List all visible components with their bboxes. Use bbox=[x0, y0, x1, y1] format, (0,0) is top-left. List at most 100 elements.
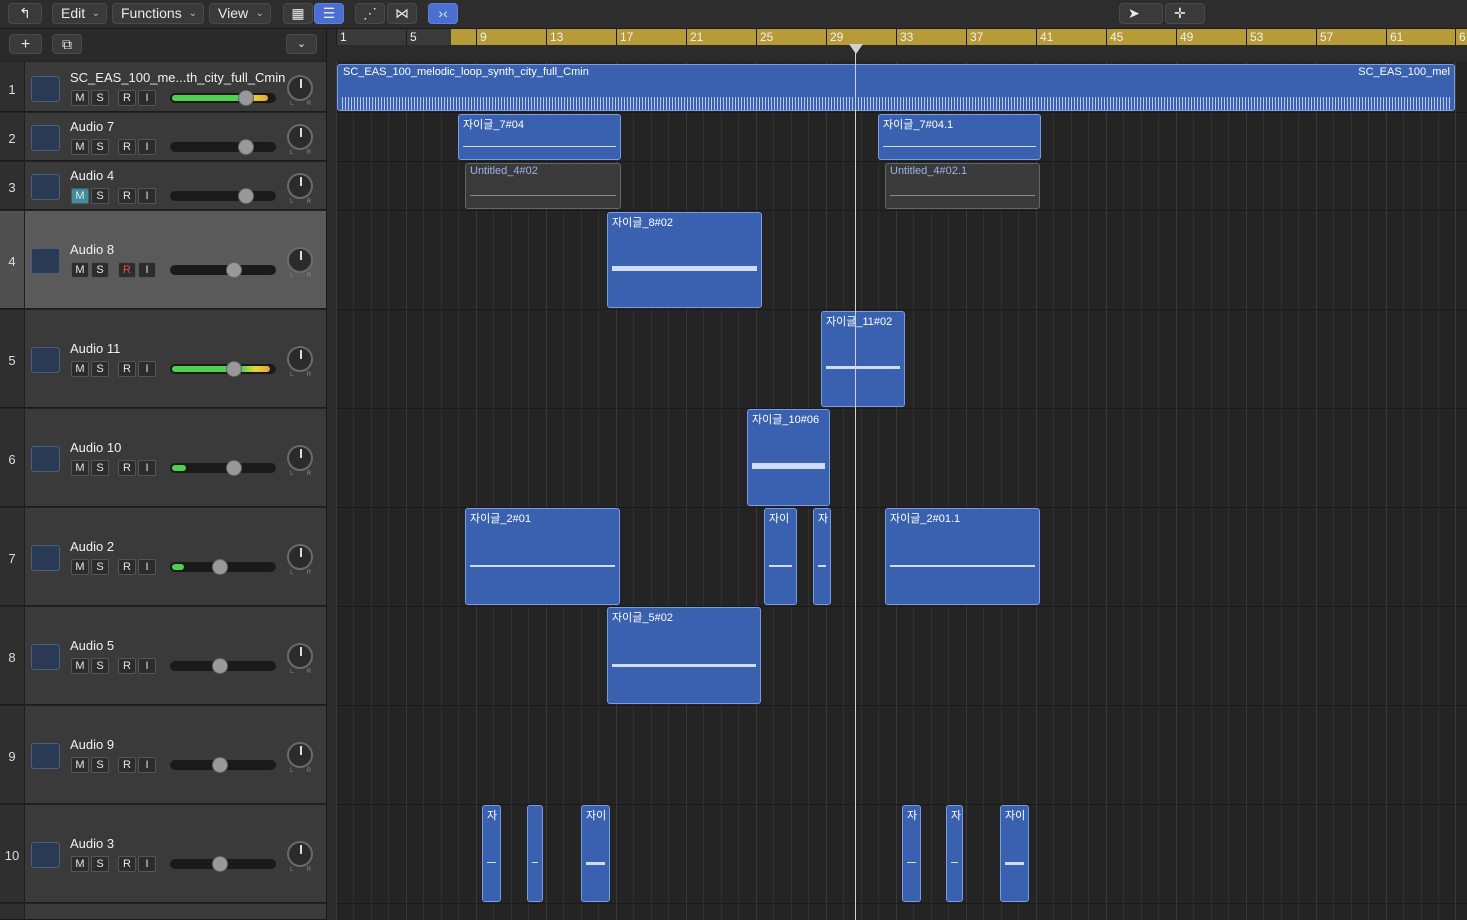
audio-region[interactable]: 자이 bbox=[581, 805, 610, 902]
audio-region[interactable]: 자 bbox=[902, 805, 921, 902]
automation-icon[interactable]: ⋰ bbox=[355, 3, 385, 24]
add-track-icon[interactable]: + bbox=[9, 34, 42, 54]
record-button[interactable]: R bbox=[118, 559, 136, 575]
solo-button[interactable]: S bbox=[91, 856, 109, 872]
input-monitor-button[interactable]: I bbox=[138, 139, 156, 155]
playhead-handle[interactable] bbox=[849, 44, 863, 54]
duplicate-track-icon[interactable]: ⧉ bbox=[52, 34, 82, 54]
audio-region[interactable]: 자이글_7#04 bbox=[458, 114, 621, 160]
input-monitor-button[interactable]: I bbox=[138, 757, 156, 773]
track-header[interactable]: 2 Audio 7 M S R I L R bbox=[0, 113, 326, 161]
track-header[interactable]: 5 Audio 11 M S R I L R bbox=[0, 310, 326, 408]
solo-button[interactable]: S bbox=[91, 460, 109, 476]
pan-knob[interactable] bbox=[287, 75, 313, 101]
audio-region[interactable]: 자이글_2#01.1 bbox=[885, 508, 1040, 605]
fader-knob[interactable] bbox=[212, 658, 228, 674]
solo-button[interactable]: S bbox=[91, 361, 109, 377]
track-name[interactable]: Audio 8 bbox=[70, 242, 114, 257]
audio-region[interactable]: SC_EAS_100_melodic_loop_synth_city_full_… bbox=[337, 64, 1455, 111]
pan-knob[interactable] bbox=[287, 742, 313, 768]
input-monitor-button[interactable]: I bbox=[138, 658, 156, 674]
track-header[interactable]: 4 Audio 8 M S R I L R bbox=[0, 211, 326, 309]
audio-region[interactable]: 자이글_5#02 bbox=[607, 607, 761, 704]
fader-knob[interactable] bbox=[226, 262, 242, 278]
view-menu[interactable]: View ⌄ bbox=[209, 3, 271, 24]
solo-button[interactable]: S bbox=[91, 90, 109, 106]
track-name[interactable]: Audio 10 bbox=[70, 440, 121, 455]
mute-button[interactable]: M bbox=[71, 460, 89, 476]
fader-knob[interactable] bbox=[238, 90, 254, 106]
pointer-tool-icon[interactable]: ➤ bbox=[1119, 3, 1163, 24]
volume-fader[interactable] bbox=[170, 262, 276, 278]
pan-knob[interactable] bbox=[287, 346, 313, 372]
mute-button[interactable]: M bbox=[71, 188, 89, 204]
fader-knob[interactable] bbox=[212, 856, 228, 872]
record-button[interactable]: R bbox=[118, 658, 136, 674]
audio-region[interactable]: 자 bbox=[813, 508, 831, 605]
flex-icon[interactable]: ⋈ bbox=[387, 3, 417, 24]
fader-knob[interactable] bbox=[226, 460, 242, 476]
back-icon[interactable]: ↰ bbox=[8, 3, 42, 24]
volume-fader[interactable] bbox=[170, 658, 276, 674]
collapse-icon[interactable]: ⌄ bbox=[286, 34, 317, 54]
track-name[interactable]: Audio 9 bbox=[70, 737, 114, 752]
track-header[interactable]: 9 Audio 9 M S R I L R bbox=[0, 706, 326, 804]
input-monitor-button[interactable]: I bbox=[138, 90, 156, 106]
audio-region[interactable]: 자이글_2#01 bbox=[465, 508, 620, 605]
solo-button[interactable]: S bbox=[91, 757, 109, 773]
input-monitor-button[interactable]: I bbox=[138, 188, 156, 204]
audio-region[interactable]: 자이 bbox=[764, 508, 797, 605]
audio-region[interactable]: Untitled_4#02 bbox=[465, 163, 621, 209]
track-header[interactable]: 10 Audio 3 M S R I L R bbox=[0, 805, 326, 903]
mute-button[interactable]: M bbox=[71, 361, 89, 377]
record-button[interactable]: R bbox=[118, 856, 136, 872]
record-button[interactable]: R bbox=[118, 361, 136, 377]
track-name[interactable]: Audio 11 bbox=[70, 341, 120, 356]
volume-fader[interactable] bbox=[170, 188, 276, 204]
solo-button[interactable]: S bbox=[91, 262, 109, 278]
input-monitor-button[interactable]: I bbox=[138, 460, 156, 476]
solo-button[interactable]: S bbox=[91, 658, 109, 674]
track-header[interactable]: 6 Audio 10 M S R I L R bbox=[0, 409, 326, 507]
track-name[interactable]: Audio 7 bbox=[70, 119, 114, 134]
audio-region[interactable]: 자이글_11#02 bbox=[821, 311, 905, 407]
mute-button[interactable]: M bbox=[71, 757, 89, 773]
volume-fader[interactable] bbox=[170, 559, 276, 575]
pan-knob[interactable] bbox=[287, 445, 313, 471]
audio-region[interactable]: 자 bbox=[482, 805, 501, 902]
audio-region[interactable]: Untitled_4#02.1 bbox=[885, 163, 1040, 209]
input-monitor-button[interactable]: I bbox=[138, 856, 156, 872]
solo-button[interactable]: S bbox=[91, 139, 109, 155]
fader-knob[interactable] bbox=[212, 559, 228, 575]
mute-button[interactable]: M bbox=[71, 139, 89, 155]
record-button[interactable]: R bbox=[118, 460, 136, 476]
audio-region[interactable]: 자 bbox=[946, 805, 963, 902]
track-header[interactable]: 7 Audio 2 M S R I L R bbox=[0, 508, 326, 606]
volume-fader[interactable] bbox=[170, 460, 276, 476]
record-button[interactable]: R bbox=[118, 188, 136, 204]
volume-fader[interactable] bbox=[170, 90, 276, 106]
mute-button[interactable]: M bbox=[71, 856, 89, 872]
record-button[interactable]: R bbox=[118, 262, 136, 278]
audio-region[interactable]: 자이 bbox=[1000, 805, 1029, 902]
audio-region[interactable]: 자이글_8#02 bbox=[607, 212, 762, 308]
volume-fader[interactable] bbox=[170, 757, 276, 773]
fader-knob[interactable] bbox=[212, 757, 228, 773]
volume-fader[interactable] bbox=[170, 139, 276, 155]
track-name[interactable]: Audio 4 bbox=[70, 168, 114, 183]
edit-menu[interactable]: Edit ⌄ bbox=[52, 3, 107, 24]
playhead[interactable] bbox=[855, 44, 856, 920]
track-header[interactable]: 8 Audio 5 M S R I L R bbox=[0, 607, 326, 705]
tracks-area[interactable]: SC_EAS_100_melodic_loop_synth_city_full_… bbox=[336, 62, 1467, 920]
input-monitor-button[interactable]: I bbox=[138, 361, 156, 377]
audio-region[interactable]: 자이글_7#04.1 bbox=[878, 114, 1041, 160]
pan-knob[interactable] bbox=[287, 124, 313, 150]
pan-knob[interactable] bbox=[287, 173, 313, 199]
record-button[interactable]: R bbox=[118, 757, 136, 773]
track-name[interactable]: Audio 3 bbox=[70, 836, 114, 851]
track-header[interactable]: 1 SC_EAS_100_me...th_city_full_Cmin M S … bbox=[0, 62, 326, 112]
track-header[interactable]: 3 Audio 4 M S R I L R bbox=[0, 162, 326, 210]
record-button[interactable]: R bbox=[118, 90, 136, 106]
solo-button[interactable]: S bbox=[91, 559, 109, 575]
solo-button[interactable]: S bbox=[91, 188, 109, 204]
